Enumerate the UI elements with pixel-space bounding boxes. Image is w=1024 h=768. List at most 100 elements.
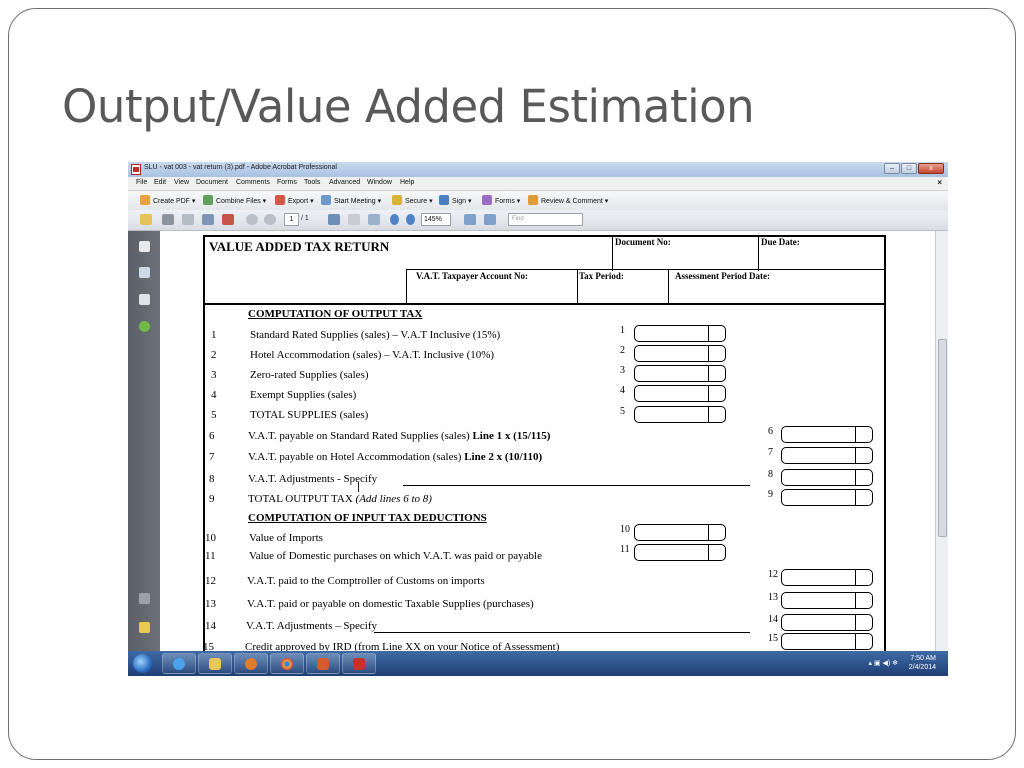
internet-explorer-icon	[173, 658, 185, 670]
comments-icon[interactable]	[139, 622, 150, 633]
maximize-button[interactable]: □	[901, 163, 917, 174]
start-button-icon[interactable]	[133, 654, 152, 673]
cents-divider	[855, 427, 856, 442]
amount-input-box[interactable]	[781, 426, 873, 443]
amount-input-box[interactable]	[634, 524, 726, 541]
cents-divider	[708, 386, 709, 401]
amount-input-box[interactable]	[781, 469, 873, 486]
menu-window[interactable]: Window	[367, 179, 392, 186]
amount-input-box[interactable]	[634, 406, 726, 423]
secure-button[interactable]: Secure ▾	[392, 195, 433, 207]
taskbar-explorer[interactable]	[198, 653, 232, 674]
amount-input-box[interactable]	[781, 489, 873, 506]
form-title: VALUE ADDED TAX RETURN	[209, 239, 390, 254]
taskbar-chrome[interactable]	[270, 653, 304, 674]
line-description: TOTAL SUPPLIES (sales)	[250, 409, 369, 421]
menu-document[interactable]: Document	[196, 179, 228, 186]
taskbar-clock[interactable]: 7:50 AM 2/4/2014	[909, 654, 936, 672]
zoom-tool-icon[interactable]	[368, 214, 380, 225]
close-button[interactable]: x	[918, 163, 944, 174]
amount-input-box[interactable]	[781, 569, 873, 586]
menu-help[interactable]: Help	[400, 179, 414, 186]
slide-title: Output/Value Added Estimation	[62, 80, 755, 133]
previous-page-icon[interactable]	[246, 214, 258, 225]
taskbar-acrobat[interactable]	[342, 653, 376, 674]
line-number: 11	[205, 550, 216, 562]
amount-input-box[interactable]	[634, 325, 726, 342]
text-cursor	[358, 482, 359, 492]
menu-forms[interactable]: Forms	[277, 179, 297, 186]
menu-tools[interactable]: Tools	[304, 179, 320, 186]
bookmarks-icon[interactable]	[139, 267, 150, 278]
zoom-in-icon[interactable]	[406, 214, 415, 225]
scrollbar-thumb[interactable]	[938, 339, 947, 537]
minimize-button[interactable]: –	[884, 163, 900, 174]
line-number: 13	[205, 598, 216, 610]
start-meeting-button[interactable]: Start Meeting ▾	[321, 195, 381, 207]
print-icon[interactable]	[162, 214, 174, 225]
menu-view[interactable]: View	[174, 179, 189, 186]
export-button[interactable]: Export ▾	[275, 195, 314, 207]
menu-comments[interactable]: Comments	[236, 179, 270, 186]
amount-input-box[interactable]	[781, 633, 873, 650]
taskbar-powerpoint[interactable]	[306, 653, 340, 674]
amount-input-box[interactable]	[781, 614, 873, 631]
box-number-label: 13	[768, 592, 778, 603]
find-input[interactable]: Find	[508, 213, 583, 226]
amount-input-box[interactable]	[781, 592, 873, 609]
cents-divider	[708, 366, 709, 381]
vat-return-form: VALUE ADDED TAX RETURN Document No: Due …	[203, 235, 886, 651]
amount-input-box[interactable]	[634, 365, 726, 382]
sign-button[interactable]: Sign ▾	[439, 195, 471, 207]
amount-input-box[interactable]	[634, 385, 726, 402]
menu-advanced[interactable]: Advanced	[329, 179, 360, 186]
acrobat-icon	[131, 164, 141, 175]
zoom-level[interactable]: 145%	[421, 213, 451, 226]
attachments-icon[interactable]	[139, 593, 150, 604]
box-number-label: 2	[620, 345, 625, 356]
amount-input-box[interactable]	[634, 544, 726, 561]
create-pdf-button[interactable]: Create PDF ▾	[140, 195, 195, 207]
menu-edit[interactable]: Edit	[154, 179, 166, 186]
save-icon[interactable]	[182, 214, 194, 225]
combine-files-icon	[203, 195, 213, 205]
signatures-icon[interactable]	[139, 294, 150, 305]
cents-divider	[855, 615, 856, 630]
review-comment-button[interactable]: Review & Comment ▾	[528, 195, 608, 207]
box-number-label: 10	[620, 524, 630, 535]
open-folder-icon[interactable]	[140, 214, 152, 225]
combine-files-button[interactable]: Combine Files ▾	[203, 195, 266, 207]
taskbar-ie[interactable]	[162, 653, 196, 674]
document-close-icon[interactable]: ×	[937, 178, 942, 187]
system-tray-icons[interactable]: ▴ ▣ ◀) ❄	[868, 659, 898, 667]
amount-input-box[interactable]	[634, 345, 726, 362]
help-icon[interactable]	[139, 321, 150, 332]
cents-divider	[708, 407, 709, 422]
menu-file[interactable]: File	[136, 179, 147, 186]
page-number-input[interactable]: 1	[284, 213, 299, 226]
fit-page-icon[interactable]	[464, 214, 476, 225]
document-area: VALUE ADDED TAX RETURN Document No: Due …	[160, 231, 936, 651]
pages-icon[interactable]	[139, 241, 150, 252]
line-number: 15	[203, 641, 214, 651]
amount-input-box[interactable]	[781, 447, 873, 464]
meeting-icon	[321, 195, 331, 205]
pen-icon	[439, 195, 449, 205]
line-number: 14	[205, 620, 216, 632]
cents-divider	[855, 448, 856, 463]
select-tool-icon[interactable]	[328, 214, 340, 225]
line-number: 2	[211, 349, 217, 361]
vertical-scrollbar[interactable]	[935, 231, 948, 651]
taskbar-media[interactable]	[234, 653, 268, 674]
line-number: 1	[211, 329, 217, 341]
next-page-icon[interactable]	[264, 214, 276, 225]
hand-tool-icon[interactable]	[348, 214, 360, 225]
line-description: V.A.T. Adjustments – Specify	[246, 620, 377, 632]
email-icon[interactable]	[202, 214, 214, 225]
fit-width-icon[interactable]	[484, 214, 496, 225]
acrobat-screenshot: SLU - vat 003 - vat return (3).pdf - Ado…	[128, 162, 948, 676]
zoom-out-icon[interactable]	[390, 214, 399, 225]
line-number: 5	[211, 409, 217, 421]
collaborate-icon[interactable]	[222, 214, 234, 225]
forms-button[interactable]: Forms ▾	[482, 195, 520, 207]
